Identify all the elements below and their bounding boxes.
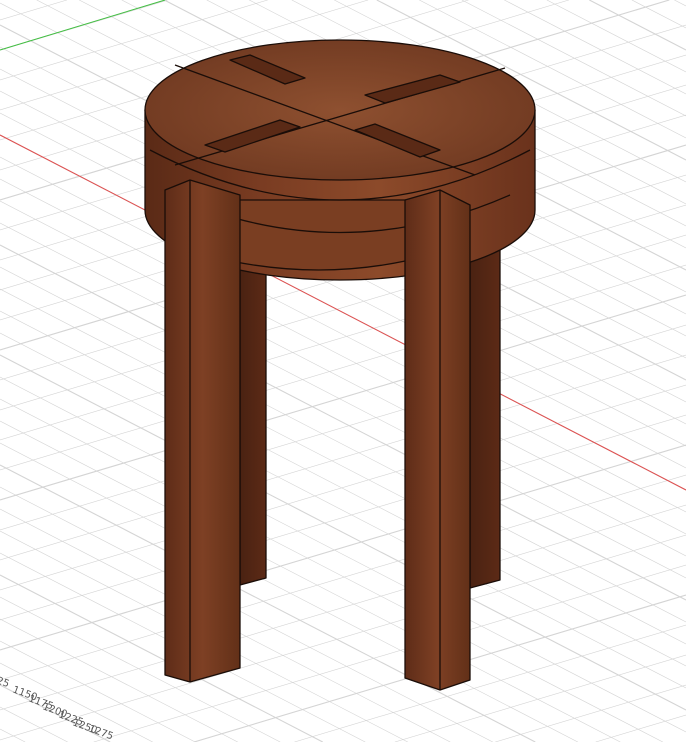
grid-line [0,264,686,471]
grid-line [0,414,686,621]
grid-line [0,534,686,741]
grid-line [0,384,686,591]
grid-line [0,444,686,651]
back-right-leg[interactable] [469,249,501,589]
front-right-leg[interactable] [404,189,471,691]
grid-line [674,0,686,7]
grid-line [0,354,686,711]
grid-line [0,662,153,742]
grid-line [0,324,686,531]
grid-line [631,0,686,29]
ruler-tick: 25 [0,675,11,690]
grid-line [0,420,621,742]
grid-line [0,504,686,711]
grid-line [0,376,686,733]
grid-line [0,354,686,561]
seat-top[interactable] [144,39,536,181]
grid-line [0,294,686,501]
grid-line [495,684,686,742]
y-axis-line [0,0,166,51]
3d-viewport[interactable]: 25 1150 1175 1200 1225 1250 1275 [0,0,686,742]
stool-model[interactable] [144,39,536,691]
grid-line [0,574,323,742]
grid-line [0,244,686,601]
grid-line [294,624,686,742]
grid-line [0,288,686,645]
grid-line [0,474,686,681]
front-left-leg[interactable] [164,179,241,683]
grid-line [0,398,663,742]
grid-line [0,266,686,623]
grid-line [589,0,686,51]
grid-line [0,332,686,689]
grid-line [0,728,26,742]
ruler-tick: 1275 [87,723,115,742]
grid-line [595,714,686,742]
canvas[interactable]: 25 1150 1175 1200 1225 1250 1275 [0,0,686,742]
back-left-leg[interactable] [239,259,267,586]
grid-line [0,0,68,21]
grid-line [0,310,686,667]
ruler-labels: 25 1150 1175 1200 1225 1250 1275 [0,675,115,742]
